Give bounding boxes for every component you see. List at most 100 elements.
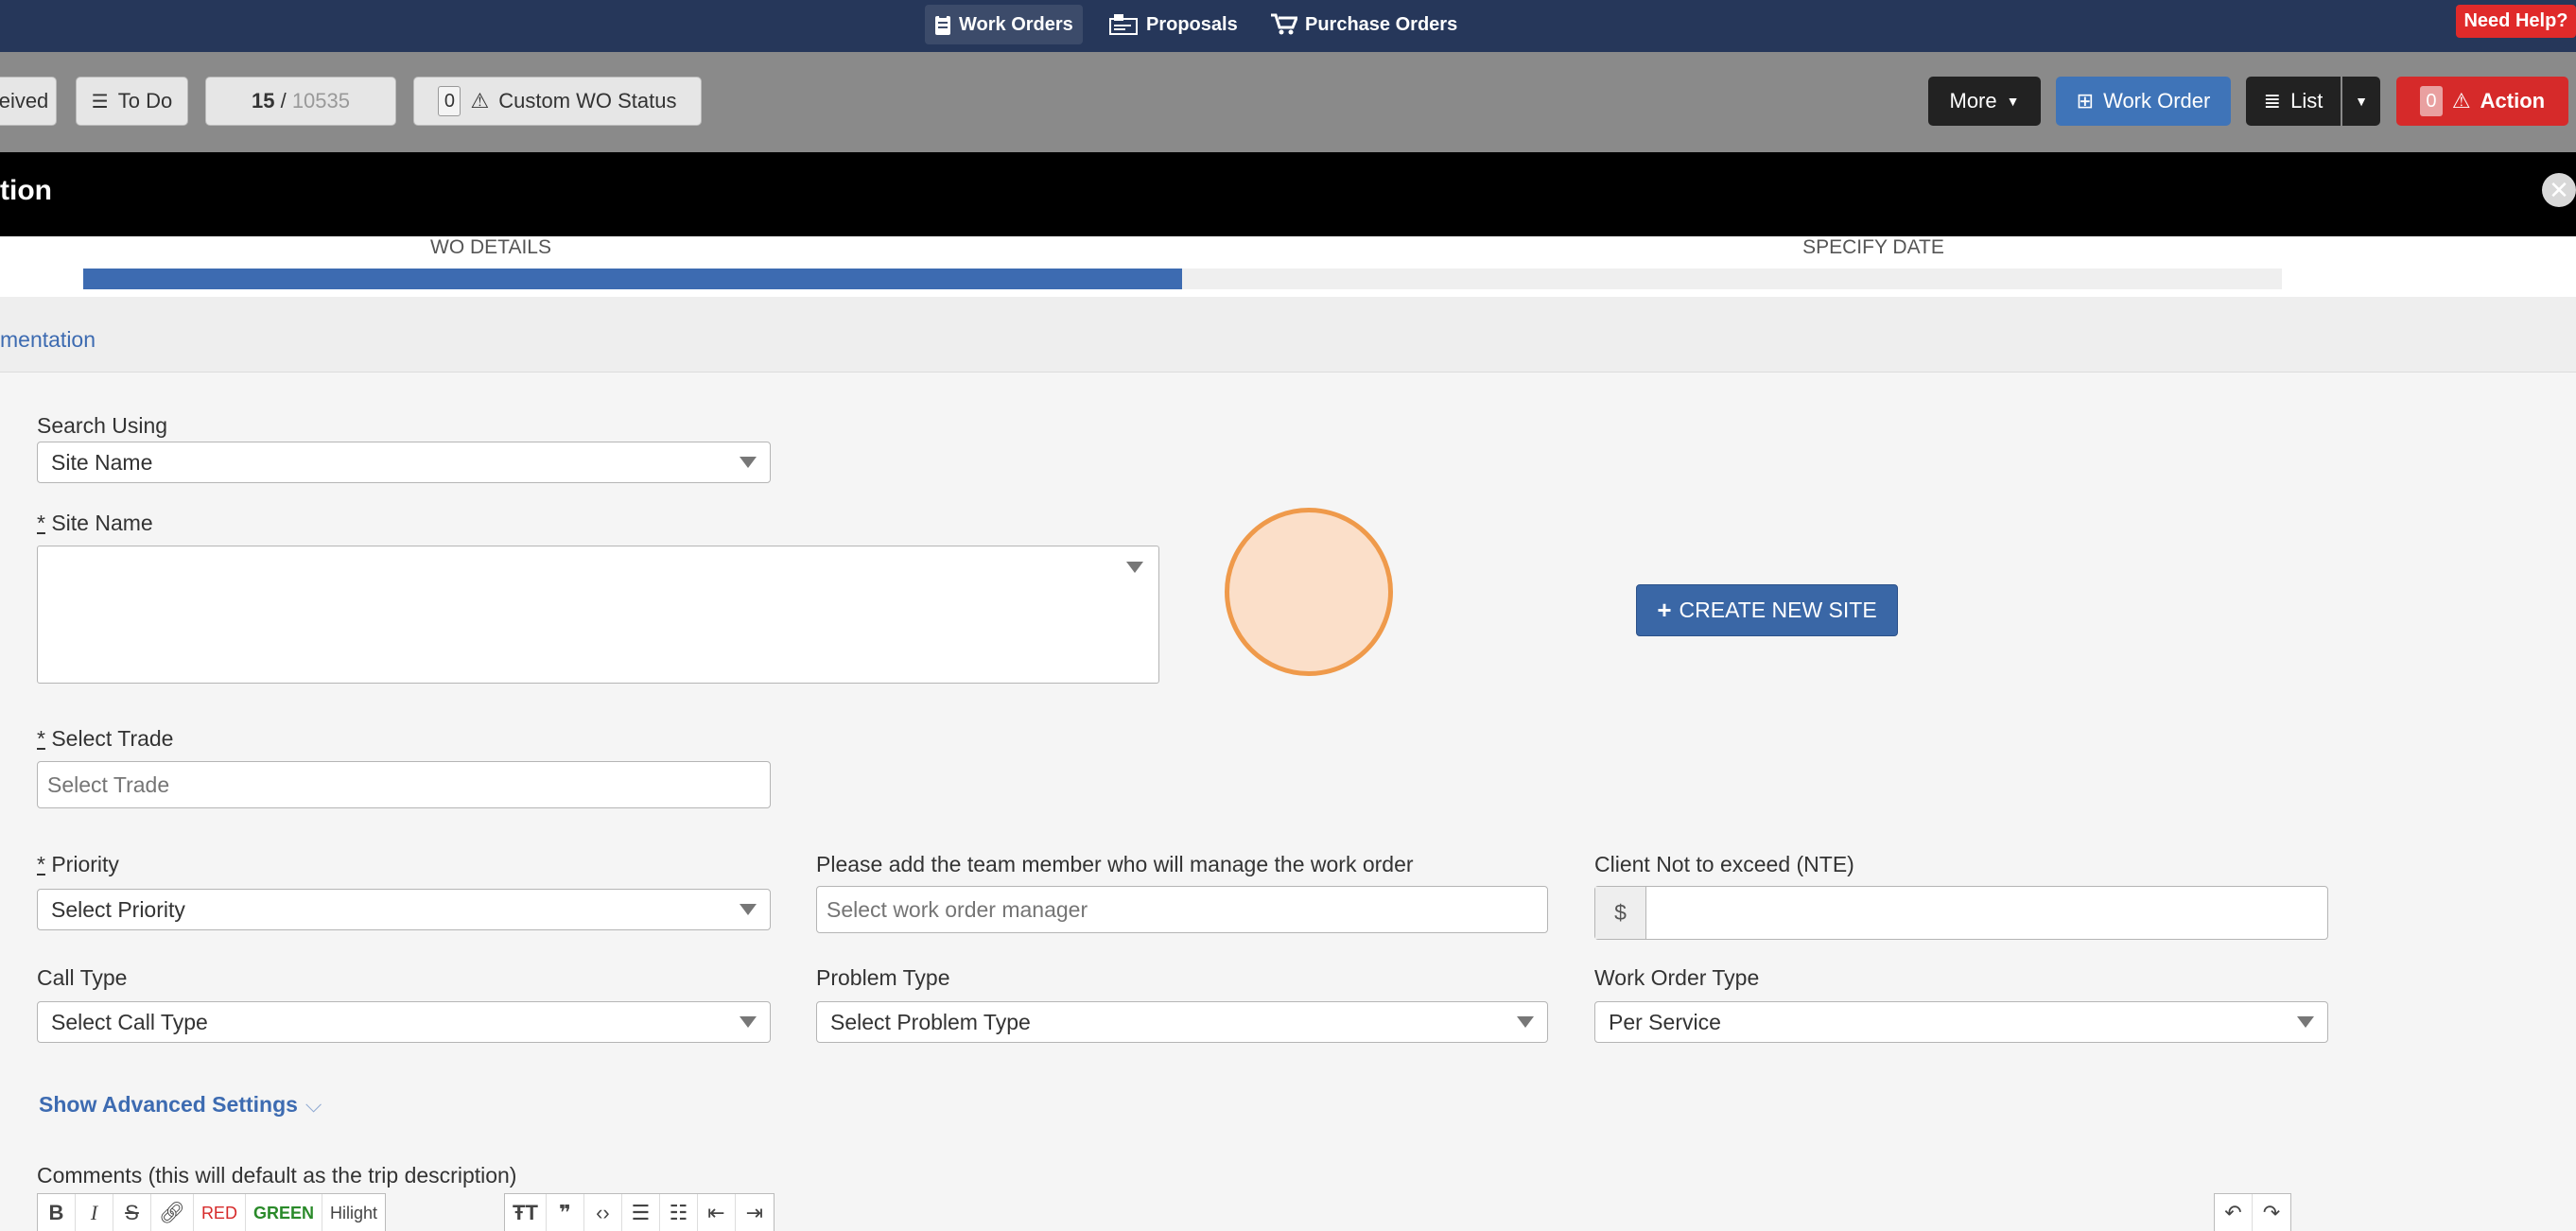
heading-icon[interactable]: ŦT <box>505 1194 547 1231</box>
red-text-button[interactable]: RED <box>194 1194 246 1231</box>
nte-field[interactable]: $ <box>1594 886 2328 940</box>
click-indicator <box>1225 508 1393 676</box>
todo-button[interactable]: ☰ To Do <box>76 77 188 126</box>
comments-label: Comments (this will default as the trip … <box>37 1163 517 1188</box>
modal-title: tion <box>0 175 52 206</box>
proposal-icon <box>1109 14 1138 35</box>
progress-bar-remaining <box>1182 269 2282 289</box>
search-using-label: Search Using <box>37 413 168 438</box>
clipboard-icon <box>935 13 950 35</box>
list-label: List <box>2290 89 2324 113</box>
counter-sep: / <box>274 89 292 113</box>
more-button[interactable]: More ▼ <box>1928 77 2041 126</box>
list-dropdown-toggle[interactable]: ▼ <box>2342 77 2380 126</box>
required-mark: * <box>37 726 45 751</box>
chevron-down-icon <box>740 457 757 468</box>
wo-type-select[interactable]: Per Service <box>1594 1001 2328 1043</box>
outdent-icon[interactable]: ⇤ <box>698 1194 736 1231</box>
link-icon[interactable]: 🔗︎ <box>151 1194 194 1231</box>
list-icon: ☰ <box>91 91 109 113</box>
quote-icon[interactable]: ❞ <box>547 1194 584 1231</box>
numbered-list-icon[interactable]: ☷ <box>660 1194 698 1231</box>
warning-icon: ⚠ <box>2451 89 2471 113</box>
action-button[interactable]: 0 ⚠ Action <box>2396 77 2568 126</box>
sub-navigation: mentation <box>0 297 2576 373</box>
dollar-prefix: $ <box>1595 887 1646 939</box>
plus-icon: + <box>1657 596 1672 624</box>
search-using-select[interactable]: Site Name <box>37 442 771 483</box>
advanced-label: Show Advanced Settings <box>39 1092 298 1117</box>
top-navigation: Work Orders Proposals Purchase Orders Ne… <box>0 0 2576 52</box>
call-type-select[interactable]: Select Call Type <box>37 1001 771 1043</box>
chevron-down-icon <box>740 904 757 915</box>
nav-work-orders-label: Work Orders <box>959 13 1073 35</box>
bullet-list-icon[interactable]: ☰ <box>622 1194 660 1231</box>
counter-current: 15 <box>251 89 275 113</box>
priority-label-text: Priority <box>51 852 119 876</box>
priority-select[interactable]: Select Priority <box>37 889 771 930</box>
editor-format-group: B I S 🔗︎ RED GREEN Hilight <box>37 1193 386 1231</box>
nav-proposals-label: Proposals <box>1146 13 1238 35</box>
chevron-down-icon <box>1517 1016 1534 1028</box>
new-work-order-button[interactable]: ⊞ Work Order <box>2056 77 2231 126</box>
more-label: More <box>1949 89 1997 113</box>
wo-type-value: Per Service <box>1609 1009 1721 1034</box>
nav-purchase-orders[interactable]: Purchase Orders <box>1262 5 1467 44</box>
nav-work-orders[interactable]: Work Orders <box>925 5 1083 44</box>
indent-icon[interactable]: ⇥ <box>736 1194 774 1231</box>
close-icon[interactable]: ✕ <box>2542 173 2576 207</box>
hilight-button[interactable]: Hilight <box>322 1194 385 1231</box>
call-type-value: Select Call Type <box>51 1009 208 1034</box>
call-type-label: Call Type <box>37 965 128 990</box>
chevron-down-icon <box>2297 1016 2314 1028</box>
priority-value: Select Priority <box>51 896 185 922</box>
list-view-button[interactable]: ≣ List <box>2246 77 2341 126</box>
editor-history-group: ↶ ↷ <box>2214 1193 2291 1231</box>
nav-purchase-orders-label: Purchase Orders <box>1305 13 1458 35</box>
select-trade-input[interactable] <box>37 761 771 808</box>
chevron-down-icon <box>1126 562 1143 573</box>
bold-button[interactable]: B <box>38 1194 76 1231</box>
documentation-link[interactable]: mentation <box>0 327 96 353</box>
show-advanced-settings-link[interactable]: Show Advanced Settings ⌵ <box>39 1092 322 1118</box>
green-text-button[interactable]: GREEN <box>246 1194 322 1231</box>
manager-label: Please add the team member who will mana… <box>816 852 1414 876</box>
site-name-select[interactable] <box>37 546 1159 684</box>
create-site-label: CREATE NEW SITE <box>1679 598 1877 622</box>
pagination-counter: 15 / 10535 <box>205 77 396 126</box>
nav-proposals[interactable]: Proposals <box>1099 5 1247 44</box>
progress-bar-complete <box>83 269 1182 289</box>
strikethrough-icon[interactable]: S <box>113 1194 151 1231</box>
custom-wo-status-button[interactable]: 0 ⚠ Custom WO Status <box>413 77 702 126</box>
site-name-label: * Site Name <box>37 511 153 536</box>
received-button[interactable]: eived <box>0 77 57 126</box>
wo-type-label: Work Order Type <box>1594 965 1760 990</box>
problem-type-select[interactable]: Select Problem Type <box>816 1001 1548 1043</box>
select-trade-label-text: Select Trade <box>51 726 174 751</box>
redo-icon[interactable]: ↷ <box>2253 1194 2290 1231</box>
required-mark: * <box>37 852 45 876</box>
editor-block-group: ŦT ❞ ‹› ☰ ☷ ⇤ ⇥ <box>504 1193 775 1231</box>
plus-square-icon: ⊞ <box>2076 89 2095 113</box>
create-new-site-button[interactable]: + CREATE NEW SITE <box>1636 584 1898 636</box>
chevron-down-icon <box>740 1016 757 1028</box>
work-order-manager-input[interactable] <box>816 886 1548 933</box>
todo-label: To Do <box>117 89 173 113</box>
caret-down-icon: ▼ <box>2355 94 2368 109</box>
code-icon[interactable]: ‹› <box>584 1194 622 1231</box>
action-count: 0 <box>2419 86 2443 116</box>
problem-type-label: Problem Type <box>816 965 950 990</box>
warning-icon: ⚠ <box>470 89 490 113</box>
counter-total: 10535 <box>291 89 350 113</box>
modal-header: tion <box>0 152 2576 236</box>
custom-status-label: Custom WO Status <box>498 89 677 113</box>
work-order-label: Work Order <box>2103 89 2211 113</box>
step-wo-details[interactable]: WO DETAILS <box>207 236 775 259</box>
required-mark: * <box>37 511 45 535</box>
need-help-button[interactable]: Need Help? <box>2456 5 2576 38</box>
undo-icon[interactable]: ↶ <box>2215 1194 2253 1231</box>
received-label: eived <box>0 89 49 113</box>
step-specify-date[interactable]: SPECIFY DATE <box>1590 236 2157 259</box>
priority-label: * Priority <box>37 852 119 877</box>
italic-button[interactable]: I <box>76 1194 113 1231</box>
